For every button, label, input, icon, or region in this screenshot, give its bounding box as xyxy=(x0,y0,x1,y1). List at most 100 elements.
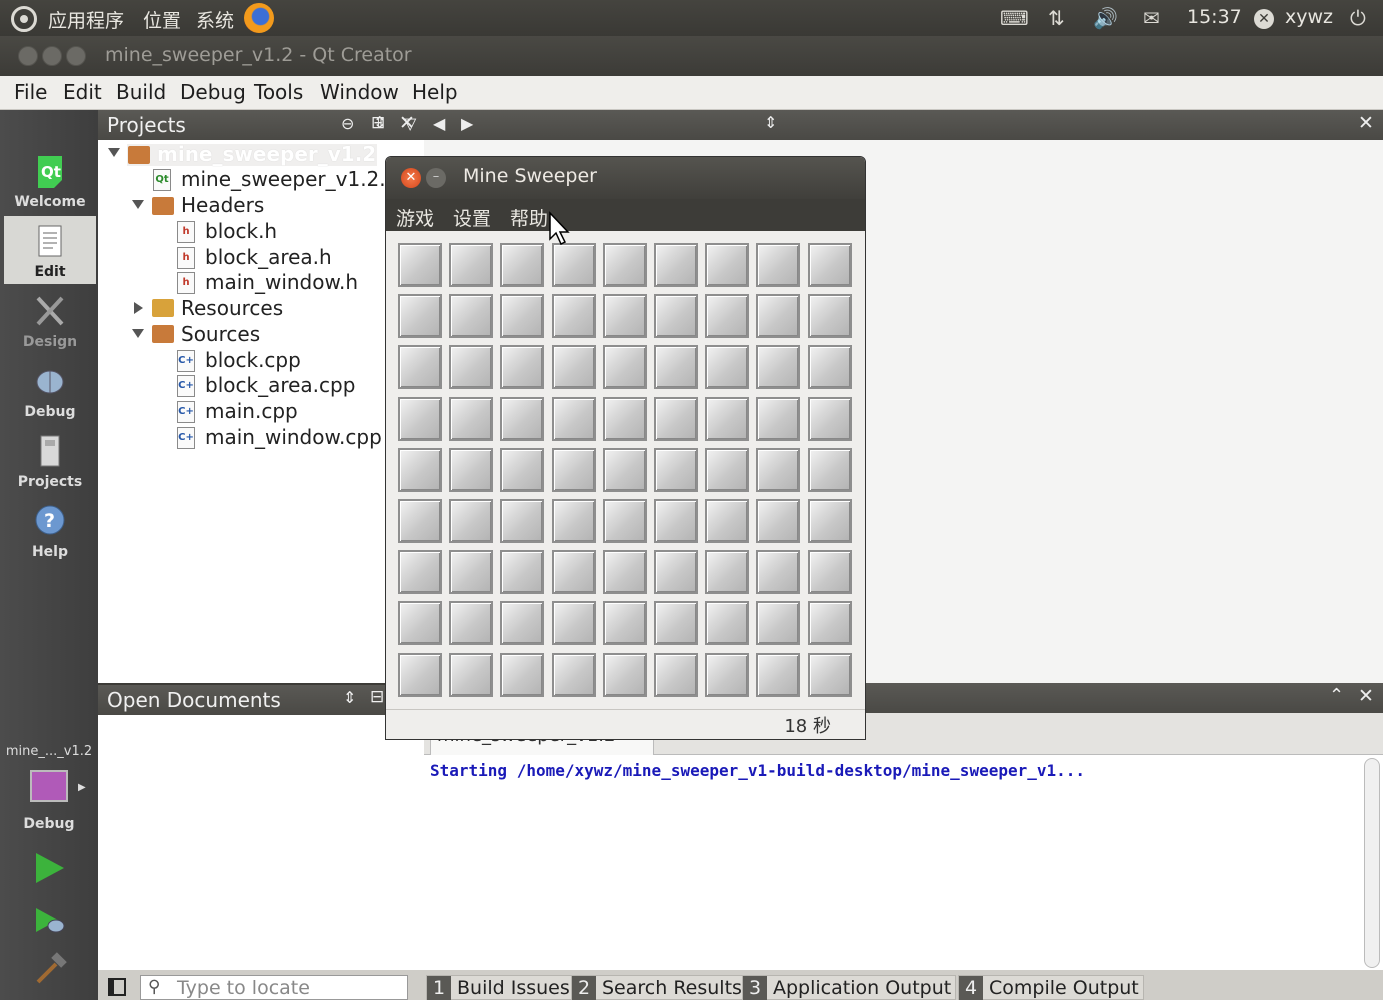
mine-cell[interactable] xyxy=(603,345,647,389)
mine-cell[interactable] xyxy=(756,601,800,645)
power-icon[interactable]: ⏻ xyxy=(1350,8,1366,28)
close-pane-icon[interactable]: ✕ xyxy=(1358,685,1374,707)
mine-cell[interactable] xyxy=(756,397,800,441)
user-name[interactable]: xywz xyxy=(1285,6,1333,28)
tab-compile-output[interactable]: 4 Compile Output xyxy=(958,975,1144,1000)
tree-item-file[interactable]: block.h xyxy=(205,219,277,243)
forward-arrow-icon[interactable]: ▶ xyxy=(461,114,473,133)
mine-cell[interactable] xyxy=(398,397,442,441)
build-hammer-icon[interactable] xyxy=(34,952,68,986)
mine-cell[interactable] xyxy=(449,499,493,543)
mine-cell[interactable] xyxy=(756,294,800,338)
mine-cell[interactable] xyxy=(705,243,749,287)
mine-cell[interactable] xyxy=(449,550,493,594)
mine-cell[interactable] xyxy=(654,345,698,389)
target-expand-icon[interactable]: ▶ xyxy=(78,782,86,793)
mine-cell[interactable] xyxy=(603,653,647,697)
mine-cell[interactable] xyxy=(756,243,800,287)
tree-item-headers[interactable]: Headers xyxy=(181,193,264,217)
run-icon[interactable] xyxy=(36,853,64,883)
debug-run-icon[interactable] xyxy=(34,906,66,934)
mine-cell[interactable] xyxy=(603,397,647,441)
mine-cell[interactable] xyxy=(603,243,647,287)
menu-help[interactable]: Help xyxy=(412,80,458,104)
tree-item-file[interactable]: block_area.cpp xyxy=(205,373,355,397)
mine-cell[interactable] xyxy=(500,397,544,441)
menu-file[interactable]: File xyxy=(14,80,47,104)
keyboard-icon[interactable]: ⌨ xyxy=(1000,8,1029,28)
view-selector-arrows-icon[interactable]: ⇕ xyxy=(343,688,356,707)
mine-cell[interactable] xyxy=(808,653,852,697)
menu-build[interactable]: Build xyxy=(116,80,166,104)
mode-help[interactable]: ? Help xyxy=(4,496,96,564)
mine-cell[interactable] xyxy=(449,448,493,492)
tree-item-pro-file[interactable]: mine_sweeper_v1.2.pro xyxy=(181,167,418,191)
mine-cell[interactable] xyxy=(808,345,852,389)
mine-cell[interactable] xyxy=(756,345,800,389)
close-editor-icon[interactable]: ✕ xyxy=(1358,112,1374,134)
open-documents-list[interactable] xyxy=(98,715,424,970)
mine-cell[interactable] xyxy=(808,550,852,594)
menu-tools[interactable]: Tools xyxy=(254,80,303,104)
menu-game[interactable]: 游戏 xyxy=(396,204,434,231)
locator-input[interactable]: Type to locate xyxy=(140,975,408,1000)
menu-help[interactable]: 帮助 xyxy=(510,204,548,231)
mine-cell[interactable] xyxy=(449,243,493,287)
mine-cell[interactable] xyxy=(500,550,544,594)
maximize-pane-icon[interactable]: ⌃ xyxy=(1329,685,1344,706)
mine-cell[interactable] xyxy=(654,499,698,543)
mine-cell[interactable] xyxy=(500,345,544,389)
mode-debug[interactable]: Debug xyxy=(4,356,96,424)
mine-cell[interactable] xyxy=(705,550,749,594)
mine-cell[interactable] xyxy=(654,550,698,594)
mine-cell[interactable] xyxy=(705,601,749,645)
close-window-button[interactable] xyxy=(18,46,38,66)
mine-cell[interactable] xyxy=(756,499,800,543)
mine-cell[interactable] xyxy=(808,499,852,543)
ubuntu-logo-icon[interactable] xyxy=(11,6,37,32)
mine-cell[interactable] xyxy=(500,294,544,338)
mine-cell[interactable] xyxy=(808,294,852,338)
projects-panel-title[interactable]: Projects xyxy=(107,113,186,137)
mine-cell[interactable] xyxy=(705,345,749,389)
tree-item-file[interactable]: main_window.h xyxy=(205,270,358,294)
mine-cell[interactable] xyxy=(705,653,749,697)
mine-cell[interactable] xyxy=(552,345,596,389)
mine-cell[interactable] xyxy=(500,601,544,645)
mine-cell[interactable] xyxy=(398,345,442,389)
mine-cell[interactable] xyxy=(500,653,544,697)
tab-build-issues[interactable]: 1 Build Issues xyxy=(426,975,575,1000)
menu-window[interactable]: Window xyxy=(320,80,399,104)
mine-cell[interactable] xyxy=(654,294,698,338)
mine-cell[interactable] xyxy=(398,653,442,697)
mine-cell[interactable] xyxy=(705,448,749,492)
mine-cell[interactable] xyxy=(603,499,647,543)
mine-cell[interactable] xyxy=(398,448,442,492)
firefox-icon[interactable] xyxy=(244,3,274,33)
menu-edit[interactable]: Edit xyxy=(63,80,102,104)
tab-search-results[interactable]: 2 Search Results xyxy=(571,975,747,1000)
split-icon[interactable]: ⊟ xyxy=(371,113,385,133)
split-icon[interactable]: ⊟ xyxy=(370,687,384,707)
places-menu[interactable]: 位置 xyxy=(143,6,181,33)
expand-arrow-icon[interactable] xyxy=(108,148,120,157)
open-documents-title[interactable]: Open Documents xyxy=(107,688,281,712)
maximize-window-button[interactable] xyxy=(66,46,86,66)
application-output-area[interactable] xyxy=(424,755,1383,970)
mine-cell[interactable] xyxy=(398,601,442,645)
target-monitor-icon[interactable] xyxy=(30,770,68,802)
mine-cell[interactable] xyxy=(808,397,852,441)
mine-cell[interactable] xyxy=(603,550,647,594)
mine-cell[interactable] xyxy=(654,601,698,645)
mine-cell[interactable] xyxy=(552,499,596,543)
mine-cell[interactable] xyxy=(808,448,852,492)
tree-item-file[interactable]: main_window.cpp xyxy=(205,425,382,449)
tree-item-resources[interactable]: Resources xyxy=(181,296,283,320)
mine-cell[interactable] xyxy=(756,448,800,492)
mine-cell[interactable] xyxy=(603,294,647,338)
collapse-arrow-icon[interactable] xyxy=(134,302,143,314)
mine-cell[interactable] xyxy=(756,550,800,594)
mine-cell[interactable] xyxy=(398,499,442,543)
tree-item-file[interactable]: block_area.h xyxy=(205,245,332,269)
mine-cell[interactable] xyxy=(603,448,647,492)
